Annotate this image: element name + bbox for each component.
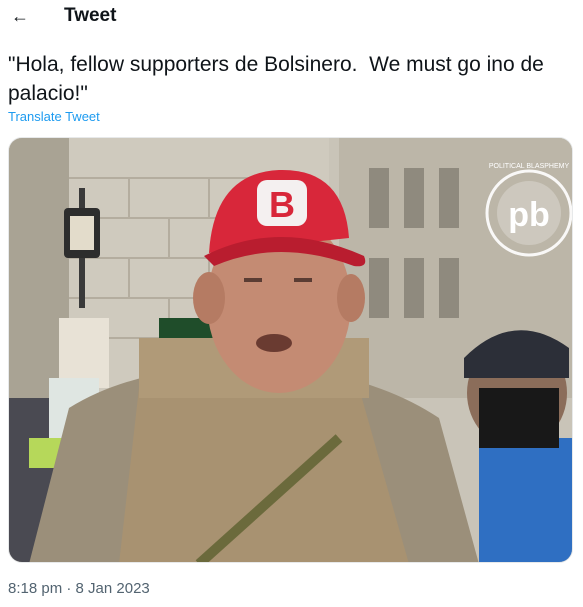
photo-illustration: B pb POLITICAL BLASPHEMY (9, 138, 572, 562)
tweet-date: 8 Jan 2023 (75, 580, 150, 597)
tweet-text: "Hola, fellow supporters de Bolsinero. W… (8, 53, 550, 105)
back-button[interactable]: ← (8, 4, 32, 28)
translate-tweet-link[interactable]: Translate Tweet (8, 109, 100, 124)
timestamp-separator: · (66, 580, 72, 597)
cap-letter: B (269, 184, 295, 225)
tweet-time: 8:18 pm (8, 580, 63, 597)
watermark-text: POLITICAL BLASPHEMY (489, 163, 570, 170)
tweet-media-image[interactable]: B pb POLITICAL BLASPHEMY (8, 137, 573, 563)
app-header: ← Tweet (0, 0, 583, 36)
tweet-timestamp: 8:18 pm · 8 Jan 2023 (8, 580, 150, 597)
person-right (464, 330, 572, 562)
watermark-logo-text: pb (508, 196, 550, 234)
arrow-left-icon: ← (11, 5, 29, 26)
page-title: Tweet (64, 5, 117, 26)
